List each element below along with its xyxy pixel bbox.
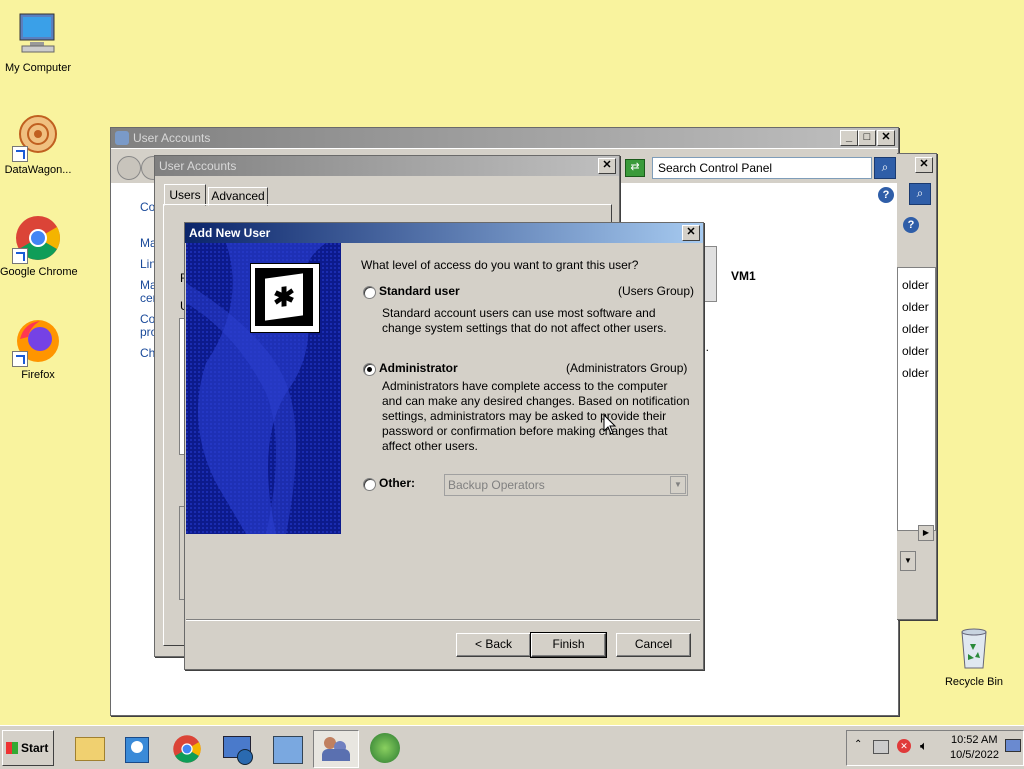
option-description: Administrators have complete access to t… xyxy=(382,379,668,393)
finish-button[interactable]: Finish xyxy=(530,632,607,658)
vm-label: VM1 xyxy=(731,269,756,283)
show-hidden-icon[interactable]: ⌃ xyxy=(854,739,862,750)
option-description: settings, administrators may be asked to… xyxy=(382,409,667,423)
close-button[interactable]: ✕ xyxy=(598,158,616,174)
help-icon[interactable]: ? xyxy=(903,217,919,233)
control-panel-icon[interactable] xyxy=(264,730,310,768)
shortcut-arrow-icon xyxy=(12,146,28,162)
back-button[interactable]: < Back xyxy=(456,633,531,657)
desktop-icon-recycle-bin[interactable]: Recycle Bin xyxy=(936,624,1012,688)
file-explorer-icon[interactable] xyxy=(66,730,112,768)
datawagon-icon xyxy=(12,112,62,162)
desktop-icon-my-computer[interactable]: My Computer xyxy=(0,10,76,74)
window-title: User Accounts xyxy=(159,159,237,173)
dialog-titlebar[interactable]: Add New User ✕ xyxy=(185,223,703,243)
list-item[interactable]: older xyxy=(902,300,929,314)
window-title: User Accounts xyxy=(133,131,211,145)
maximize-button[interactable]: □ xyxy=(858,130,876,146)
list-item[interactable]: older xyxy=(902,278,929,292)
dropdown-arrow[interactable]: ▼ xyxy=(900,551,916,571)
refresh-icon[interactable]: ⇄ xyxy=(625,159,645,177)
search-icon[interactable]: ⌕ xyxy=(874,157,896,179)
mouse-cursor-icon xyxy=(603,414,617,435)
other-radio[interactable] xyxy=(363,478,376,491)
clock-time[interactable]: 10:52 AM xyxy=(951,734,997,746)
scroll-right-button[interactable]: ▶ xyxy=(918,525,934,541)
window-titlebar[interactable]: User Accounts _ □ ✕ xyxy=(111,128,898,148)
network-computer-icon[interactable] xyxy=(214,730,260,768)
desktop-icon-label: Firefox xyxy=(21,369,55,381)
option-description: password or confirmation before making c… xyxy=(382,424,668,438)
back-nav-button[interactable] xyxy=(117,156,141,180)
desktop-icon-datawagon[interactable]: DataWagon... xyxy=(0,112,76,176)
minimize-button[interactable]: _ xyxy=(840,130,858,146)
other-group-value: Backup Operators xyxy=(448,478,545,492)
window-titlebar[interactable]: User Accounts ✕ xyxy=(155,156,619,176)
chevron-down-icon: ▼ xyxy=(670,476,686,494)
option-description: and can make any desired changes. Based … xyxy=(382,394,690,408)
network-icon[interactable] xyxy=(873,740,889,754)
button-separator xyxy=(186,619,700,621)
dialog-title: Add New User xyxy=(189,226,271,240)
my-computer-icon xyxy=(14,10,62,58)
firefox-icon xyxy=(12,317,62,367)
administrators-group-label: (Administrators Group) xyxy=(566,361,688,375)
media-player-icon[interactable] xyxy=(114,730,160,768)
users-group-label: (Users Group) xyxy=(618,284,695,298)
shortcut-arrow-icon xyxy=(12,248,28,264)
desktop-icon-google-chrome[interactable]: Google Chrome xyxy=(0,214,78,278)
option-description: change system settings that do not affec… xyxy=(382,321,667,335)
list-item[interactable]: older xyxy=(902,322,929,336)
add-new-user-dialog: Add New User ✕ ✱ What level of access do… xyxy=(184,222,704,670)
option-description: affect other users. xyxy=(382,439,478,453)
taskbar: Start ⌃ ✕ 🔈︎ 10:52 AM 10/5/2022 xyxy=(0,725,1024,769)
windows-logo-icon xyxy=(6,742,18,754)
explorer-window-back: ✕ ⌕ ? older older older older older ▶ ▼ xyxy=(897,153,937,620)
search-placeholder: Search Control Panel xyxy=(658,161,773,175)
show-desktop-icon[interactable] xyxy=(1005,739,1021,752)
dialog-banner: ✱ xyxy=(186,243,341,534)
chrome-icon xyxy=(12,214,62,264)
user-accounts-icon xyxy=(115,131,129,145)
user-accounts-icon[interactable] xyxy=(313,730,359,768)
option-description: Standard account users can use most soft… xyxy=(382,306,656,320)
search-input[interactable]: Search Control Panel xyxy=(652,157,872,179)
security-alert-icon[interactable]: ✕ xyxy=(897,739,911,753)
volume-icon[interactable]: 🔈︎ xyxy=(920,738,928,754)
other-group-select: Backup Operators ▼ xyxy=(444,474,688,496)
standard-user-radio[interactable] xyxy=(363,286,376,299)
windows-orb-icon[interactable] xyxy=(363,730,409,768)
clock-date[interactable]: 10/5/2022 xyxy=(950,749,999,761)
recycle-bin-icon xyxy=(950,624,998,672)
access-question: What level of access do you want to gran… xyxy=(361,258,639,272)
desktop-icon-label: DataWagon... xyxy=(4,164,72,176)
shortcut-arrow-icon xyxy=(12,351,28,367)
desktop-icon-label: Google Chrome xyxy=(0,266,78,278)
other-label[interactable]: Other: xyxy=(379,476,415,490)
desktop-icon-firefox[interactable]: Firefox xyxy=(0,317,76,381)
close-button[interactable]: ✕ xyxy=(877,130,895,146)
close-button[interactable]: ✕ xyxy=(682,225,700,241)
start-button[interactable]: Start xyxy=(2,730,54,766)
search-icon[interactable]: ⌕ xyxy=(909,183,931,205)
user-accounts-icon: ✱ xyxy=(250,263,320,333)
chrome-icon[interactable] xyxy=(164,730,210,768)
cancel-button[interactable]: Cancel xyxy=(616,633,691,657)
administrator-radio[interactable] xyxy=(363,363,376,376)
help-icon[interactable]: ? xyxy=(878,187,894,203)
list-item[interactable]: older xyxy=(902,344,929,358)
close-button[interactable]: ✕ xyxy=(915,157,933,173)
desktop-icon-label: My Computer xyxy=(4,62,72,74)
standard-user-label[interactable]: Standard user xyxy=(379,284,460,298)
tab-users[interactable]: Users xyxy=(164,184,206,206)
start-label: Start xyxy=(21,741,49,755)
desktop-icon-label: Recycle Bin xyxy=(944,676,1004,688)
administrator-label[interactable]: Administrator xyxy=(379,361,458,375)
list-item[interactable]: older xyxy=(902,366,929,380)
folder-list: older older older older older xyxy=(897,267,936,531)
